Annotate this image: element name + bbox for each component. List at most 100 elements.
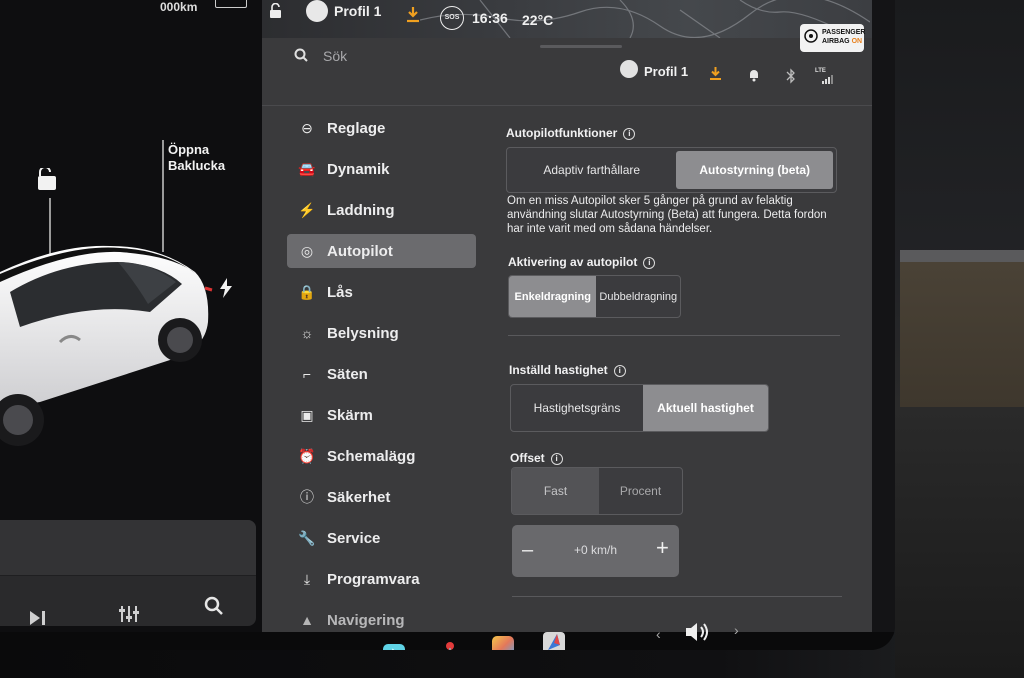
option-adaptive-cruise[interactable]: Adaptiv farthållare — [507, 148, 676, 192]
airbag-label-line1: PASSENGER — [822, 29, 866, 36]
nav-item-skarm[interactable]: ▣ Skärm — [287, 398, 476, 432]
option-single-pull[interactable]: Enkeldragning — [509, 276, 597, 317]
option-fixed[interactable]: Fast — [512, 468, 599, 514]
activation-heading: Aktivering av autopilot i — [508, 255, 656, 269]
offset-heading: Offset i — [510, 451, 563, 465]
alert-icon: ⓘ — [300, 489, 314, 505]
trunk-label-line2: Baklucka — [168, 158, 226, 173]
nav-item-reglage[interactable]: ⊖ Reglage — [287, 111, 476, 145]
outside-temperature: 22°C — [522, 12, 554, 28]
nav-item-las[interactable]: 🔒 Lås — [287, 275, 476, 309]
option-current-speed[interactable]: Aktuell hastighet — [643, 385, 768, 431]
header-profile-name[interactable]: Profil 1 — [644, 64, 688, 79]
skip-forward-icon[interactable] — [28, 610, 48, 626]
info-icon[interactable]: i — [550, 452, 563, 465]
option-autosteer[interactable]: Autostyrning (beta) — [676, 151, 833, 189]
nav-item-label: Laddning — [327, 201, 395, 219]
offset-stepper: – +0 km/h + — [512, 525, 679, 577]
section-divider — [508, 335, 840, 336]
equalizer-icon[interactable] — [118, 604, 140, 624]
nav-item-autopilot[interactable]: ◎ Autopilot — [287, 234, 476, 268]
lock-icon: 🔒 — [298, 283, 316, 300]
nav-item-label: Säkerhet — [327, 488, 391, 506]
download-icon: ⤓ — [303, 570, 311, 587]
steering-wheel-icon: ◎ — [300, 242, 314, 259]
option-double-pull[interactable]: Dubbeldragning — [596, 276, 680, 317]
search-icon[interactable] — [294, 48, 308, 62]
nav-item-label: Navigering — [327, 611, 405, 629]
alarm-clock-icon: ⏰ — [298, 447, 316, 464]
settings-header — [262, 38, 872, 106]
autopilot-strike-description: Om en miss Autopilot sker 5 gånger på gr… — [507, 195, 827, 235]
software-update-download-icon[interactable] — [406, 7, 420, 23]
nav-item-laddning[interactable]: ⚡ Laddning — [287, 193, 476, 227]
profile-avatar-icon[interactable] — [306, 0, 328, 22]
toybox-app-icon[interactable] — [492, 636, 514, 650]
wrench-icon: 🔧 — [298, 529, 316, 546]
volume-icon[interactable] — [684, 620, 712, 644]
dashboard-strip — [900, 250, 1024, 262]
search-input[interactable]: Sök — [323, 48, 347, 64]
info-icon[interactable]: i — [613, 364, 626, 377]
nav-item-label: Belysning — [327, 324, 399, 342]
media-search-icon[interactable] — [204, 596, 224, 616]
header-profile-avatar-icon[interactable] — [620, 60, 638, 78]
nav-item-saten[interactable]: ⌐ Säten — [287, 357, 476, 391]
bluetooth-icon[interactable] — [786, 68, 796, 84]
lock-status-icon[interactable] — [268, 3, 284, 19]
media-track-area[interactable] — [0, 520, 256, 576]
dashboard-wood-panel — [900, 262, 1024, 407]
nav-item-schemalagg[interactable]: ⏰ Schemalägg — [287, 439, 476, 473]
autopilot-functions-heading: Autopilotfunktioner i — [506, 126, 636, 140]
increment-button[interactable]: + — [656, 535, 669, 561]
bluetooth-app-icon[interactable]: ᛒ — [383, 644, 405, 650]
set-speed-selector: Hastighetsgräns Aktuell hastighet — [510, 384, 769, 432]
nav-item-sakerhet[interactable]: ⓘ Säkerhet — [287, 480, 476, 514]
scene: 000km Öppna Baklucka Profil 1 SOS 16:36 … — [0, 0, 1024, 678]
battery-icon — [215, 0, 247, 8]
nav-item-service[interactable]: 🔧 Service — [287, 521, 476, 555]
autopilot-functions-title: Autopilotfunktioner — [506, 126, 618, 140]
volume-up-icon[interactable]: › — [734, 622, 739, 638]
set-speed-title: Inställd hastighet — [509, 363, 608, 377]
section-divider-bottom — [512, 596, 842, 597]
activation-selector: Enkeldragning Dubbeldragning — [508, 275, 681, 318]
nav-item-label: Lås — [327, 283, 353, 301]
signal-strength-icon — [822, 75, 833, 84]
navigation-app-icon[interactable] — [543, 632, 567, 650]
taskbar: ✆ ••• ᛒ ‹ › — [0, 622, 895, 650]
nav-item-label: Service — [327, 529, 381, 547]
nav-item-belysning[interactable]: ☼ Belysning — [287, 316, 476, 350]
nav-item-label: Reglage — [327, 119, 386, 137]
bolt-icon: ⚡ — [298, 201, 316, 218]
info-icon[interactable]: i — [623, 127, 636, 140]
option-percent[interactable]: Procent — [599, 468, 682, 514]
car-pane: 000km Öppna Baklucka — [0, 0, 262, 640]
charge-port-icon[interactable] — [218, 278, 234, 298]
activation-title: Aktivering av autopilot — [508, 255, 638, 269]
sos-button[interactable]: SOS — [440, 6, 464, 30]
range-readout: 000km — [160, 0, 198, 14]
volume-down-icon[interactable]: ‹ — [656, 626, 661, 642]
display-icon: ▣ — [300, 406, 314, 423]
decrement-button[interactable]: – — [522, 539, 533, 562]
offset-selector: Fast Procent — [511, 467, 683, 515]
nav-item-dynamik[interactable]: 🚘 Dynamik — [287, 152, 476, 186]
toggle-icon: ⊖ — [301, 119, 313, 136]
media-player — [0, 520, 256, 626]
nav-item-programvara[interactable]: ⤓ Programvara — [287, 562, 476, 596]
bell-icon[interactable] — [748, 68, 760, 82]
header-download-icon[interactable] — [709, 67, 722, 81]
autopilot-functions-selector: Adaptiv farthållare Autostyrning (beta) — [506, 147, 837, 193]
car-image[interactable] — [0, 232, 245, 462]
option-speed-limit[interactable]: Hastighetsgräns — [511, 385, 643, 431]
set-speed-heading: Inställd hastighet i — [509, 363, 626, 377]
trunk-open-button[interactable]: Öppna Baklucka — [168, 142, 225, 174]
status-profile-name[interactable]: Profil 1 — [334, 3, 381, 19]
seat-icon: ⌐ — [302, 366, 312, 382]
nav-item-label: Säten — [327, 365, 368, 383]
nav-item-label: Dynamik — [327, 160, 390, 178]
info-icon[interactable]: i — [643, 256, 656, 269]
nav-item-label: Autopilot — [327, 242, 393, 260]
arcade-joystick-icon[interactable] — [438, 640, 462, 650]
